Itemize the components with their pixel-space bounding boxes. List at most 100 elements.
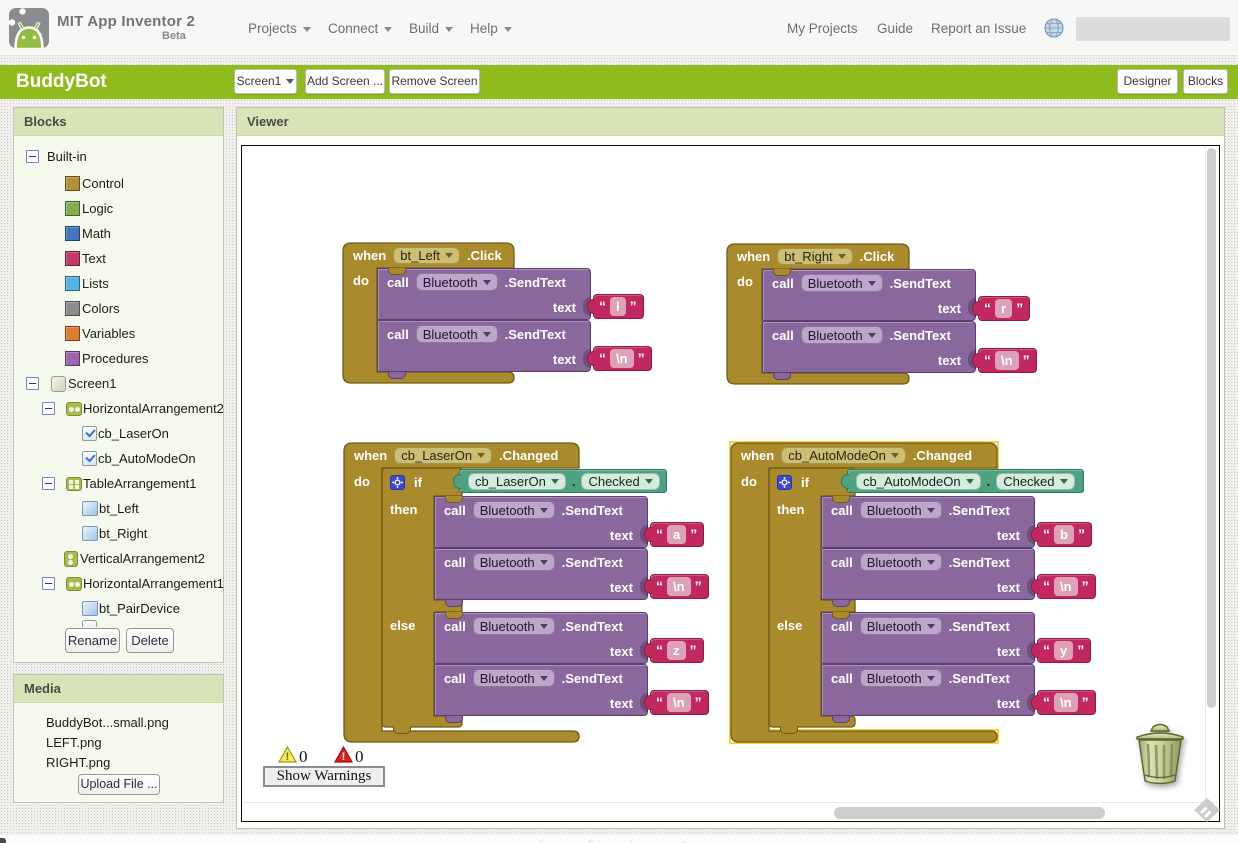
- tree-item-cb-automodeon[interactable]: cb_AutoModeOn: [82, 446, 196, 471]
- block-text-string[interactable]: “\n”: [587, 346, 652, 371]
- block-call-sendtext[interactable]: call Bluetooth .SendText text: [434, 664, 648, 723]
- tree-item-bt-pairdevice[interactable]: bt_PairDevice: [82, 596, 180, 621]
- language-globe-icon[interactable]: [1044, 18, 1064, 38]
- tree-item-bt-left[interactable]: bt_Left: [82, 496, 139, 521]
- tree-item-screen1[interactable]: Screen1: [26, 371, 116, 396]
- tree-item-verticalarrangement2[interactable]: VerticalArrangement2: [64, 546, 205, 571]
- block-call-sendtext[interactable]: call Bluetooth .SendText text: [821, 496, 1035, 555]
- component-dropdown[interactable]: Bluetooth: [472, 617, 555, 635]
- block-when-cb-laseron-changed[interactable]: when cb_LaserOn .Changed do if cb_LaserO…: [343, 442, 709, 743]
- collapse-icon[interactable]: [42, 477, 55, 490]
- block-text-string[interactable]: “l”: [587, 294, 644, 319]
- tree-item-horizontalarrangement2[interactable]: HorizontalArrangement2: [42, 396, 224, 421]
- add-screen-button[interactable]: Add Screen ...: [305, 69, 385, 94]
- component-dropdown[interactable]: cb_AutoModeOn: [856, 472, 981, 490]
- block-call-sendtext[interactable]: call Bluetooth .SendText text: [377, 268, 591, 327]
- block-call-sendtext[interactable]: call Bluetooth .SendText text: [377, 320, 591, 379]
- show-warnings-button[interactable]: Show Warnings: [263, 766, 385, 787]
- remove-screen-button[interactable]: Remove Screen: [389, 69, 480, 94]
- block-call-sendtext[interactable]: call Bluetooth .SendText text: [821, 612, 1035, 671]
- block-call-sendtext[interactable]: call Bluetooth .SendText text: [434, 548, 648, 607]
- link-my-projects[interactable]: My Projects: [787, 21, 858, 36]
- component-dropdown[interactable]: cb_LaserOn: [394, 447, 493, 464]
- tree-item-built-in[interactable]: Built-in: [26, 144, 87, 169]
- block-text-string[interactable]: “a”: [644, 522, 705, 547]
- text-value[interactable]: \n: [1054, 693, 1078, 712]
- mutator-gear-icon[interactable]: [777, 474, 792, 490]
- horizontal-scrollbar[interactable]: [834, 807, 1105, 819]
- block-text-string[interactable]: “\n”: [644, 690, 709, 715]
- delete-button[interactable]: Delete: [126, 628, 174, 653]
- block-when-cb-automodeon-changed-selected[interactable]: when cb_AutoModeOn .Changed do if cb_Aut…: [729, 441, 1111, 744]
- block-call-sendtext[interactable]: call Bluetooth .SendText text: [762, 321, 976, 380]
- property-dropdown[interactable]: Checked: [996, 472, 1075, 490]
- block-when-bt-left-click[interactable]: when bt_Left .Click do call Bluetooth .S…: [342, 242, 663, 384]
- upload-file-button[interactable]: Upload File ...: [78, 774, 160, 795]
- text-value[interactable]: z: [667, 641, 686, 660]
- tree-item-logic[interactable]: Logic: [65, 196, 113, 221]
- block-text-string[interactable]: “z”: [644, 638, 704, 663]
- component-dropdown[interactable]: Bluetooth: [472, 553, 555, 571]
- block-call-sendtext[interactable]: call Bluetooth .SendText text: [434, 496, 648, 555]
- text-value[interactable]: \n: [610, 349, 634, 368]
- component-dropdown[interactable]: Bluetooth: [800, 326, 883, 344]
- block-getter-checked[interactable]: cb_LaserOn . Checked: [453, 469, 667, 493]
- text-value[interactable]: l: [610, 297, 626, 316]
- text-value[interactable]: a: [667, 525, 687, 544]
- block-text-string[interactable]: “b”: [1031, 522, 1092, 547]
- component-dropdown[interactable]: bt_Left: [393, 247, 460, 264]
- block-text-string[interactable]: “r”: [972, 296, 1031, 321]
- component-dropdown[interactable]: Bluetooth: [800, 274, 883, 292]
- tree-item-tablearrangement1[interactable]: TableArrangement1: [42, 471, 196, 496]
- rename-button[interactable]: Rename: [65, 628, 120, 653]
- tree-item-text[interactable]: Text: [65, 246, 106, 271]
- vertical-scrollbar[interactable]: [1207, 148, 1216, 708]
- media-file[interactable]: BuddyBot...small.png: [46, 715, 169, 730]
- menu-connect[interactable]: Connect: [328, 21, 393, 36]
- block-call-sendtext[interactable]: call Bluetooth .SendText text: [434, 612, 648, 671]
- text-value[interactable]: \n: [667, 693, 691, 712]
- menu-build[interactable]: Build: [409, 21, 454, 36]
- block-text-string[interactable]: “\n”: [972, 348, 1037, 373]
- component-dropdown[interactable]: Bluetooth: [859, 553, 942, 571]
- text-value[interactable]: \n: [995, 351, 1019, 370]
- component-dropdown[interactable]: cb_AutoModeOn: [781, 447, 906, 464]
- text-value[interactable]: \n: [1054, 577, 1078, 596]
- collapse-icon[interactable]: [42, 402, 55, 415]
- block-call-sendtext[interactable]: call Bluetooth .SendText text: [821, 664, 1035, 723]
- blocks-tab-button[interactable]: Blocks: [1183, 69, 1228, 94]
- media-file[interactable]: LEFT.png: [46, 735, 102, 750]
- tree-item-horizontalarrangement1[interactable]: HorizontalArrangement1: [42, 571, 224, 596]
- block-text-string[interactable]: “\n”: [644, 574, 709, 599]
- menu-help[interactable]: Help: [470, 21, 512, 36]
- component-dropdown[interactable]: cb_LaserOn: [468, 472, 566, 490]
- block-text-string[interactable]: “\n”: [1031, 690, 1096, 715]
- component-dropdown[interactable]: Bluetooth: [859, 501, 942, 519]
- block-text-string[interactable]: “y”: [1031, 638, 1092, 663]
- link-guide[interactable]: Guide: [877, 21, 913, 36]
- collapse-icon[interactable]: [26, 377, 39, 390]
- block-call-sendtext[interactable]: call Bluetooth .SendText text: [821, 548, 1035, 607]
- component-dropdown[interactable]: bt_Right: [777, 248, 853, 265]
- tree-item-math[interactable]: Math: [65, 221, 111, 246]
- component-dropdown[interactable]: Bluetooth: [859, 669, 942, 687]
- tree-item-lists[interactable]: Lists: [65, 271, 109, 296]
- text-value[interactable]: \n: [667, 577, 691, 596]
- designer-tab-button[interactable]: Designer: [1117, 69, 1178, 94]
- media-file[interactable]: RIGHT.png: [46, 755, 110, 770]
- tree-item-control[interactable]: Control: [65, 171, 124, 196]
- text-value[interactable]: r: [995, 299, 1013, 318]
- block-getter-checked[interactable]: cb_AutoModeOn . Checked: [841, 469, 1084, 493]
- text-value[interactable]: y: [1054, 641, 1074, 660]
- tree-item-variables[interactable]: Variables: [65, 321, 135, 346]
- tree-item-procedures[interactable]: Procedures: [65, 346, 148, 371]
- block-call-sendtext[interactable]: call Bluetooth .SendText text: [762, 269, 976, 328]
- tree-item-bt-right[interactable]: bt_Right: [82, 521, 147, 546]
- mutator-gear-icon[interactable]: [390, 474, 405, 490]
- block-when-bt-right-click[interactable]: when bt_Right .Click do call Bluetooth .…: [726, 243, 1057, 385]
- tree-item-colors[interactable]: Colors: [65, 296, 120, 321]
- block-text-string[interactable]: “\n”: [1031, 574, 1096, 599]
- tree-item-cb-laseron[interactable]: cb_LaserOn: [82, 421, 169, 446]
- collapse-icon[interactable]: [26, 150, 39, 163]
- component-dropdown[interactable]: Bluetooth: [472, 501, 555, 519]
